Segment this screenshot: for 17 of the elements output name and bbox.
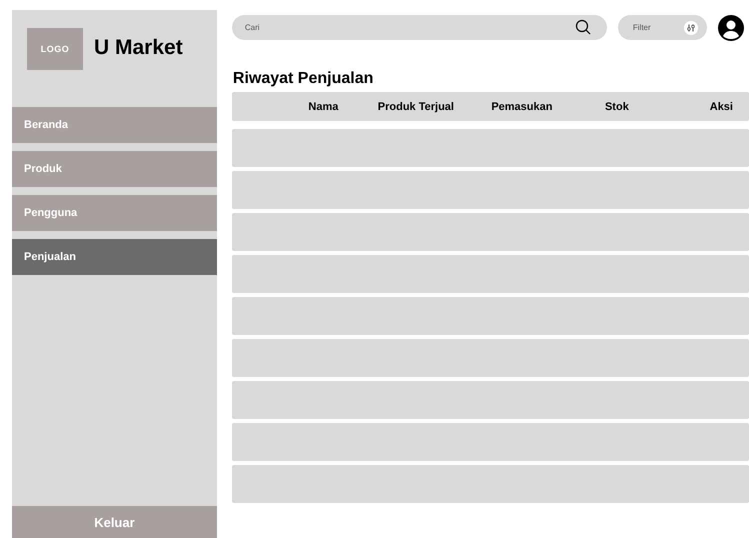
- column-header: Stok: [604, 100, 630, 112]
- logo: LOGO: [27, 28, 83, 70]
- nav-item[interactable]: Produk: [12, 151, 217, 187]
- user-avatar-icon[interactable]: [718, 14, 744, 40]
- brand-name: U Market: [94, 36, 183, 60]
- nav-item[interactable]: Beranda: [12, 107, 217, 143]
- nav-item[interactable]: Pengguna: [12, 195, 217, 231]
- filter-button[interactable]: Filter: [618, 15, 707, 40]
- search-icon: [574, 19, 591, 35]
- nav-item[interactable]: Penjualan: [12, 239, 217, 275]
- search-field[interactable]: Cari: [232, 15, 607, 40]
- column-header: Produk Terjual: [376, 100, 455, 112]
- column-header: Aksi: [708, 100, 734, 112]
- logout-button[interactable]: Keluar: [12, 506, 217, 538]
- column-header: Nama: [307, 100, 340, 112]
- column-header: Pemasukan: [490, 100, 554, 112]
- page-title: Riwayat Penjualan: [232, 69, 374, 89]
